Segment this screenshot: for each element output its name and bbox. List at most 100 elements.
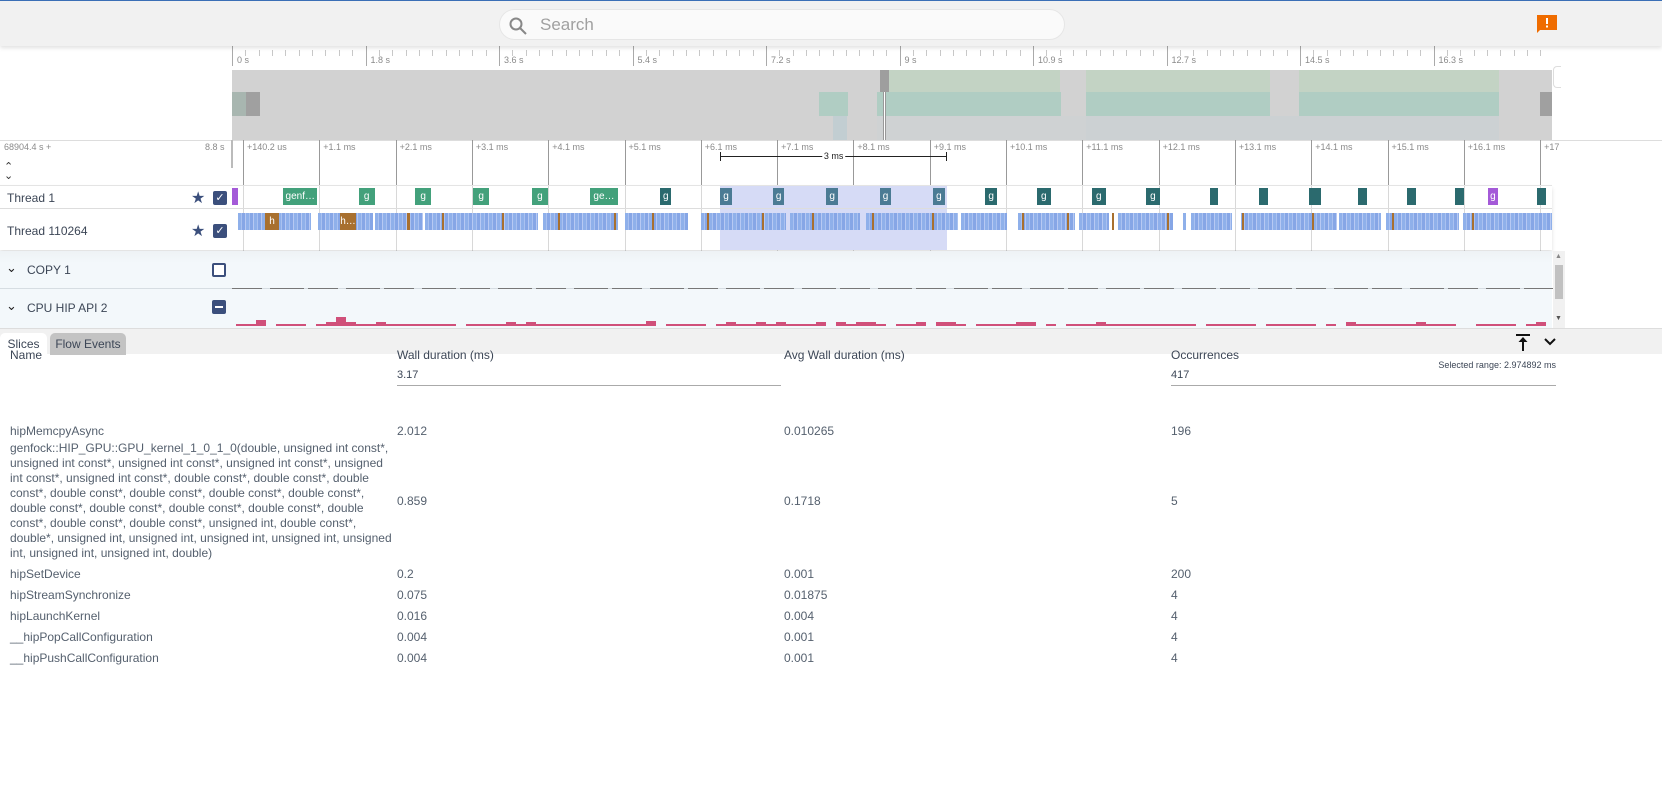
slice[interactable]: [1536, 188, 1546, 205]
copy-span[interactable]: [1448, 288, 1478, 289]
slice-group[interactable]: [1339, 213, 1381, 230]
slice-group[interactable]: [1241, 213, 1337, 230]
column-header-wall-duration[interactable]: Wall duration (ms): [397, 348, 494, 362]
slice-group[interactable]: [866, 213, 958, 230]
slice[interactable]: [1455, 188, 1465, 205]
thread-110264-slices[interactable]: h h…: [232, 213, 1552, 230]
column-header-name[interactable]: Name: [10, 348, 42, 362]
slice[interactable]: [1112, 213, 1114, 230]
slice[interactable]: h: [264, 213, 280, 230]
slice[interactable]: g: [879, 188, 892, 205]
slice[interactable]: [1067, 213, 1069, 230]
slice[interactable]: [707, 213, 709, 230]
cpu-hip-api-counter[interactable]: [232, 316, 1552, 326]
copy-span[interactable]: [232, 288, 262, 289]
slice-group[interactable]: [1386, 213, 1459, 230]
slice[interactable]: [1309, 188, 1321, 205]
slice[interactable]: g: [473, 188, 490, 205]
copy-span[interactable]: [688, 288, 718, 289]
thread-1-slices[interactable]: genf… g g g g ge… g g g g g g g g g g g: [232, 188, 1552, 206]
table-row[interactable]: hipSetDevice 0.2 0.001 200: [0, 567, 1662, 582]
table-row[interactable]: __hipPopCallConfiguration 0.004 0.001 4: [0, 630, 1662, 645]
table-row[interactable]: hipStreamSynchronize 0.075 0.01875 4: [0, 588, 1662, 603]
copy-span[interactable]: [384, 288, 414, 289]
slice[interactable]: g: [358, 188, 375, 205]
copy-span[interactable]: [536, 288, 566, 289]
table-row[interactable]: __hipPushCallConfiguration 0.004 0.001 4: [0, 651, 1662, 666]
slice[interactable]: [614, 213, 616, 230]
slice[interactable]: [1210, 188, 1218, 205]
overview-window[interactable]: [883, 92, 886, 140]
slice-group[interactable]: [790, 213, 860, 230]
slice[interactable]: g: [1487, 188, 1498, 205]
copy-span[interactable]: [840, 288, 870, 289]
copy-span[interactable]: [916, 288, 946, 289]
track-checkbox-partial-icon[interactable]: [212, 300, 226, 314]
expand-collapse-all-button[interactable]: ⌃ ⌄: [4, 162, 13, 182]
slice[interactable]: [762, 213, 764, 230]
table-row[interactable]: hipMemcpyAsync 2.012 0.010265 196: [0, 424, 1662, 439]
slice-group[interactable]: [543, 213, 618, 230]
slice[interactable]: [1392, 213, 1394, 230]
slice[interactable]: [1407, 188, 1417, 205]
slice[interactable]: g: [985, 188, 998, 205]
slice[interactable]: g: [1036, 188, 1051, 205]
chevron-down-icon[interactable]: ⌄: [6, 260, 17, 276]
slice-group[interactable]: [1463, 213, 1552, 230]
slice[interactable]: g: [720, 188, 732, 205]
slice-group[interactable]: [375, 213, 423, 230]
track-checkbox-checked-icon[interactable]: ✓: [213, 191, 227, 205]
track-thread-1[interactable]: Thread 1 ★ ✓: [0, 186, 232, 208]
slice[interactable]: [872, 213, 874, 230]
overview-minimap[interactable]: [232, 70, 1552, 140]
copy-span[interactable]: [878, 288, 912, 289]
copy-span[interactable]: [726, 288, 760, 289]
slice[interactable]: [442, 213, 444, 230]
chevron-down-icon[interactable]: [1543, 337, 1557, 347]
slice[interactable]: g: [1091, 188, 1106, 205]
slice[interactable]: ge…: [589, 188, 619, 205]
slice-group[interactable]: [1079, 213, 1109, 230]
overview-window-handle[interactable]: [880, 70, 889, 92]
tab-flow-events[interactable]: Flow Events: [50, 333, 126, 355]
slice[interactable]: [652, 213, 654, 230]
copy-span[interactable]: [650, 288, 684, 289]
track-checkbox-unchecked-icon[interactable]: [212, 263, 226, 277]
scrollbar-thumb[interactable]: [1555, 265, 1563, 299]
slice[interactable]: [1242, 213, 1244, 230]
copy-span[interactable]: [954, 288, 988, 289]
copy-span[interactable]: [1410, 288, 1444, 289]
track-checkbox-checked-icon[interactable]: ✓: [213, 224, 227, 238]
slice[interactable]: g: [660, 188, 672, 205]
copy-span[interactable]: [574, 288, 608, 289]
slice[interactable]: [932, 213, 934, 230]
slice[interactable]: g: [415, 188, 432, 205]
search-input[interactable]: [540, 14, 1040, 36]
slice[interactable]: [1167, 213, 1169, 230]
slice[interactable]: [558, 213, 560, 230]
copy-span[interactable]: [1372, 288, 1402, 289]
column-header-occurrences[interactable]: Occurrences: [1171, 348, 1239, 362]
copy-span[interactable]: [1144, 288, 1174, 289]
copy-span[interactable]: [612, 288, 642, 289]
pin-star-icon[interactable]: ★: [191, 221, 205, 241]
copy-span[interactable]: [802, 288, 836, 289]
copy-span[interactable]: [1220, 288, 1250, 289]
copy-span[interactable]: [764, 288, 794, 289]
scroll-up-arrow-icon[interactable]: ▲: [1555, 253, 1562, 260]
slice[interactable]: [812, 213, 814, 230]
copy-span[interactable]: [498, 288, 532, 289]
overview-scroll-tab[interactable]: [1553, 66, 1561, 88]
track-thread-110264[interactable]: Thread 110264 ★ ✓: [0, 209, 232, 250]
copy-span[interactable]: [1030, 288, 1064, 289]
table-row[interactable]: genfock::HIP_GPU::GPU_kernel_1_0_1_0(dou…: [0, 441, 1662, 561]
slice[interactable]: g: [772, 188, 785, 205]
maximize-panel-icon[interactable]: [1515, 334, 1531, 352]
slice[interactable]: [1358, 188, 1368, 205]
copy-span[interactable]: [1524, 288, 1554, 289]
slice[interactable]: [232, 188, 239, 205]
slice[interactable]: g: [826, 188, 838, 205]
copy-span[interactable]: [1334, 288, 1368, 289]
copy-span[interactable]: [1486, 288, 1520, 289]
copy-span[interactable]: [270, 288, 304, 289]
